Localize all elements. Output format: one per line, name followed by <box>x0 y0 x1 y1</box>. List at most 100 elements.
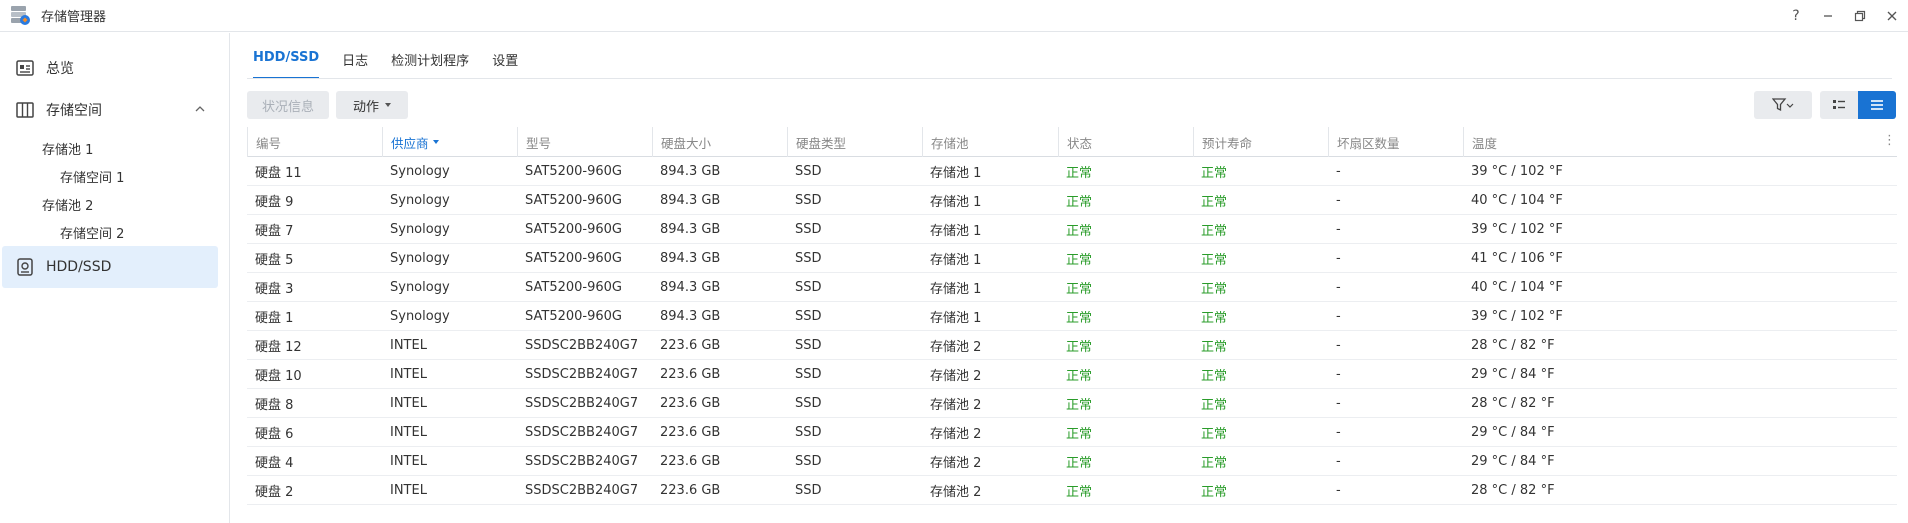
column-size-cell: 223.6 GB <box>660 396 721 411</box>
main-panel: HDD/SSD 日志 检测计划程序 设置 状况信息 动作 ⋮ 编号 供应商 型号 硬盘… <box>231 33 1908 523</box>
action-button[interactable]: 动作 <box>336 91 408 119</box>
table-row[interactable]: 硬盘 9 Synology SAT5200-960G 894.3 GB SSD 存储池 1… <box>247 186 1897 215</box>
tab-log[interactable]: 日志 <box>342 45 368 79</box>
hdd-icon <box>16 258 34 276</box>
sidebar-item-label: 总览 <box>46 61 74 77</box>
column-vendor-cell: INTEL <box>390 483 427 498</box>
tab-settings[interactable]: 设置 <box>492 45 518 79</box>
close-icon[interactable] <box>1876 0 1908 32</box>
column-type-cell: SSD <box>795 367 822 382</box>
table-row[interactable]: 硬盘 12 INTEL SSDSC2BB240G7 223.6 GB SSD 存储池 2 正… <box>247 331 1897 360</box>
sidebar-item-label: HDD/SSD <box>46 259 112 275</box>
column-model-header[interactable]: 型号 <box>517 127 652 157</box>
column-bad-sectors-cell: - <box>1336 280 1341 295</box>
table-row[interactable]: 硬盘 7 Synology SAT5200-960G 894.3 GB SSD 存储池 1… <box>247 215 1897 244</box>
column-size-cell: 894.3 GB <box>660 280 721 295</box>
column-temperature-cell: 39 °C / 102 °F <box>1471 164 1563 179</box>
column-bad-sectors-cell: - <box>1336 193 1341 208</box>
column-header-label: 供应商 <box>391 135 429 151</box>
column-lifespan-cell: 正常 <box>1201 485 1228 500</box>
sidebar: 总览 存储空间 存储池 1 存储空间 1 存储池 2 存储空间 2 HDD/SS… <box>0 33 230 523</box>
storage-manager-app-icon <box>11 6 30 25</box>
table-row[interactable]: 硬盘 6 INTEL SSDSC2BB240G7 223.6 GB SSD 存储池 2 正常… <box>247 418 1897 447</box>
column-id-header[interactable]: 编号 <box>247 127 382 157</box>
table-row[interactable]: 硬盘 10 INTEL SSDSC2BB240G7 223.6 GB SSD 存储池 2 正… <box>247 360 1897 389</box>
column-size-header[interactable]: 硬盘大小 <box>652 127 787 157</box>
table-row[interactable]: 硬盘 2 INTEL SSDSC2BB240G7 223.6 GB SSD 存储池 2 正常… <box>247 476 1897 505</box>
sidebar-item-hdd-ssd[interactable]: HDD/SSD <box>2 246 218 288</box>
sidebar-item-pool-2[interactable]: 存储池 2 <box>42 195 93 214</box>
table-row[interactable]: 硬盘 3 Synology SAT5200-960G 894.3 GB SSD 存储池 1… <box>247 273 1897 302</box>
column-type-header[interactable]: 硬盘类型 <box>787 127 922 157</box>
title-bar: 存储管理器 ? <box>0 0 1908 32</box>
column-lifespan-cell: 正常 <box>1201 195 1228 210</box>
column-model-cell: SSDSC2BB240G7 <box>525 396 639 411</box>
table-row[interactable]: 硬盘 11 Synology SAT5200-960G 894.3 GB SSD 存储池 … <box>247 157 1897 186</box>
column-status-header[interactable]: 状态 <box>1058 127 1193 157</box>
table-row[interactable]: 硬盘 1 Synology SAT5200-960G 894.3 GB SSD 存储池 1… <box>247 302 1897 331</box>
column-temperature-header[interactable]: 温度 <box>1463 127 1593 157</box>
restore-icon[interactable] <box>1844 0 1876 32</box>
column-lifespan-header[interactable]: 预计寿命 <box>1193 127 1328 157</box>
column-status-cell: 正常 <box>1066 195 1093 210</box>
sidebar-item-storage[interactable]: 存储空间 <box>2 89 218 131</box>
filter-button[interactable] <box>1754 91 1812 119</box>
column-vendor-cell: Synology <box>390 193 450 208</box>
column-menu-icon[interactable]: ⋮ <box>1883 133 1896 151</box>
column-type-cell: SSD <box>795 309 822 324</box>
column-type-cell: SSD <box>795 280 822 295</box>
column-status-cell: 正常 <box>1066 282 1093 297</box>
column-header-label: 型号 <box>526 135 552 151</box>
column-id-cell: 硬盘 10 <box>255 369 302 384</box>
column-status-cell: 正常 <box>1066 398 1093 413</box>
column-bad-sectors-cell: - <box>1336 483 1341 498</box>
table-row[interactable]: 硬盘 8 INTEL SSDSC2BB240G7 223.6 GB SSD 存储池 2 正常… <box>247 389 1897 418</box>
help-icon[interactable]: ? <box>1780 0 1812 32</box>
sidebar-item-overview[interactable]: 总览 <box>2 47 218 89</box>
column-pool-cell: 存储池 1 <box>930 311 982 326</box>
column-type-cell: SSD <box>795 396 822 411</box>
overview-icon <box>16 59 34 77</box>
tab-hdd-ssd[interactable]: HDD/SSD <box>253 45 320 79</box>
status-info-label: 状况信息 <box>261 99 314 115</box>
sidebar-item-volume-1[interactable]: 存储空间 1 <box>60 167 124 186</box>
column-vendor-header[interactable]: 供应商 <box>382 127 517 157</box>
column-temperature-cell: 28 °C / 82 °F <box>1471 338 1555 353</box>
sidebar-item-volume-2[interactable]: 存储空间 2 <box>60 223 124 242</box>
table-row[interactable]: 硬盘 5 Synology SAT5200-960G 894.3 GB SSD 存储池 1… <box>247 244 1897 273</box>
column-size-cell: 223.6 GB <box>660 338 721 353</box>
filter-icon <box>1772 98 1794 112</box>
status-info-button[interactable]: 状况信息 <box>247 91 329 119</box>
column-bad-sectors-header[interactable]: 坏扇区数量 <box>1328 127 1463 157</box>
list-view-button[interactable] <box>1820 91 1858 119</box>
storage-icon <box>16 101 34 119</box>
column-vendor-cell: Synology <box>390 309 450 324</box>
column-pool-header[interactable]: 存储池 <box>922 127 1058 157</box>
minimize-icon[interactable] <box>1812 0 1844 32</box>
table-row[interactable]: 硬盘 4 INTEL SSDSC2BB240G7 223.6 GB SSD 存储池 2 正常… <box>247 447 1897 476</box>
column-type-cell: SSD <box>795 483 822 498</box>
column-model-cell: SAT5200-960G <box>525 309 622 324</box>
column-id-cell: 硬盘 1 <box>255 311 294 326</box>
column-pool-cell: 存储池 2 <box>930 340 982 355</box>
column-header-label: 编号 <box>256 135 282 151</box>
column-pool-cell: 存储池 1 <box>930 282 982 297</box>
column-temperature-cell: 29 °C / 84 °F <box>1471 425 1555 440</box>
table-header: ⋮ 编号 供应商 型号 硬盘大小 硬盘类型 存储池 状态 预计寿命 坏扇区数量 温度 <box>247 127 1897 157</box>
column-pool-cell: 存储池 2 <box>930 427 982 442</box>
column-bad-sectors-cell: - <box>1336 425 1341 440</box>
column-model-cell: SSDSC2BB240G7 <box>525 425 639 440</box>
column-model-cell: SAT5200-960G <box>525 222 622 237</box>
column-temperature-cell: 28 °C / 82 °F <box>1471 396 1555 411</box>
window-controls: ? <box>1780 0 1908 32</box>
column-bad-sectors-cell: - <box>1336 367 1341 382</box>
tab-test-scheduler[interactable]: 检测计划程序 <box>391 45 469 79</box>
column-status-cell: 正常 <box>1066 485 1093 500</box>
column-id-cell: 硬盘 4 <box>255 456 294 471</box>
column-pool-cell: 存储池 1 <box>930 195 982 210</box>
detail-view-button[interactable] <box>1858 91 1896 119</box>
detail-view-icon <box>1871 100 1883 110</box>
column-type-cell: SSD <box>795 338 822 353</box>
chevron-up-icon[interactable] <box>194 103 206 115</box>
sidebar-item-pool-1[interactable]: 存储池 1 <box>42 139 93 158</box>
